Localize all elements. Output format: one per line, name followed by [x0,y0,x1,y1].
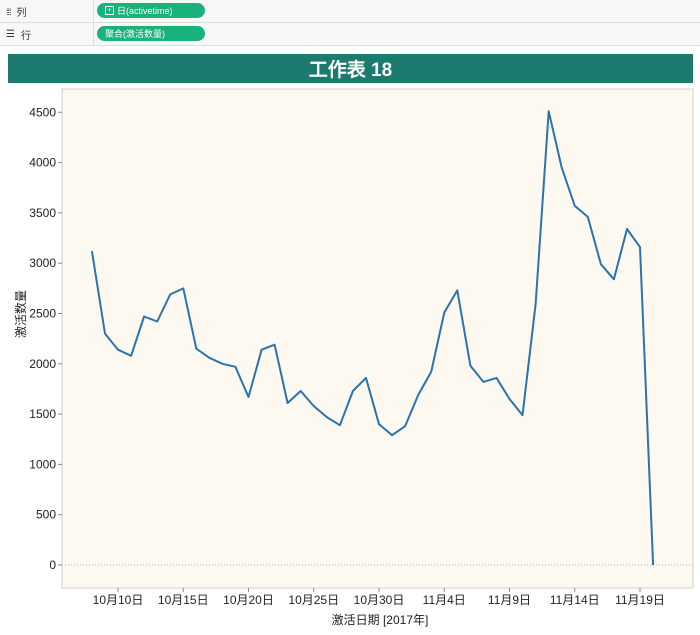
data-point[interactable] [190,343,202,355]
data-point[interactable] [151,316,163,328]
line-chart: 0 500 1000 1500 2000 2500 3000 3500 4000 4500 10月… [29,88,694,607]
rows-shelf-label: ☰ 行 [6,29,31,42]
x-tick-label: 10月10日 [93,593,144,607]
data-point[interactable] [569,200,581,212]
columns-shelf: ⁞⁞⁞ 列 + 日(activetime) [0,0,700,23]
data-point[interactable] [621,223,633,235]
data-point[interactable] [125,350,137,362]
data-point[interactable] [582,211,594,223]
x-axis-label: 激活日期 [2017年] [331,613,429,627]
x-tick-label: 10月25日 [288,593,339,607]
data-point[interactable] [86,245,98,257]
data-point[interactable] [504,393,516,405]
data-point[interactable] [99,328,111,340]
plot-area [61,88,694,589]
data-point[interactable] [256,344,268,356]
y-tick-label: 3500 [29,206,56,220]
y-tick-label: 1500 [29,407,56,421]
data-point[interactable] [386,429,398,441]
expand-icon[interactable]: + [105,6,114,15]
data-point[interactable] [334,419,346,431]
data-point[interactable] [347,385,359,397]
columns-shelf-label: ⁞⁞⁞ 列 [6,6,27,20]
x-tick-label: 11月19日 [615,593,665,607]
x-tick-label: 10月30日 [354,593,405,607]
y-tick-label: 4000 [29,156,56,170]
data-point[interactable] [412,389,424,401]
data-point[interactable] [438,306,450,318]
data-point[interactable] [203,352,215,364]
data-point[interactable] [556,162,568,174]
x-tick-label: 11月14日 [550,593,600,607]
data-point[interactable] [647,559,659,571]
y-tick-label: 0 [49,558,56,572]
data-point[interactable] [425,366,437,378]
data-point[interactable] [269,339,281,351]
data-point[interactable] [138,311,150,323]
y-tick-label: 4500 [29,105,56,119]
data-point[interactable] [530,298,542,310]
columns-pill[interactable]: + 日(activetime) [97,3,205,18]
data-point[interactable] [321,411,333,423]
data-point[interactable] [282,397,294,409]
data-point[interactable] [373,418,385,430]
x-tick-label: 11月4日 [423,593,466,607]
x-tick-label: 10月20日 [223,593,274,607]
data-point[interactable] [360,372,372,384]
data-point[interactable] [543,105,555,117]
y-axis-label: 激活数量 [14,289,28,338]
data-point[interactable] [216,358,228,370]
data-point[interactable] [595,258,607,270]
data-point[interactable] [490,372,502,384]
x-axis: 10月10日 10月15日 10月20日 10月25日 10月30日 11月4日 11月9日… [93,588,665,607]
data-point[interactable] [634,241,646,253]
data-point[interactable] [177,282,189,294]
chart-title: 工作表 18 [8,54,693,83]
columns-icon: ⁞⁞⁞ [6,6,11,17]
x-tick-label: 10月15日 [158,593,209,607]
data-point[interactable] [295,385,307,397]
rows-shelf: ☰ 行 聚合(激活数量) [0,23,700,46]
y-tick-label: 2000 [29,357,56,371]
data-point[interactable] [399,420,411,432]
data-point[interactable] [243,391,255,403]
data-point[interactable] [451,284,463,296]
data-point[interactable] [308,400,320,412]
data-point[interactable] [112,344,124,356]
y-tick-label: 2500 [29,307,56,321]
y-tick-label: 3000 [29,256,56,270]
y-axis: 0 500 1000 1500 2000 2500 3000 3500 4000 4500 [29,105,62,572]
data-point[interactable] [164,288,176,300]
data-point[interactable] [229,361,241,373]
data-point[interactable] [608,273,620,285]
rows-pill[interactable]: 聚合(激活数量) [97,26,205,41]
y-tick-label: 500 [36,508,56,522]
rows-icon: ☰ [6,29,15,40]
y-tick-label: 1000 [29,457,56,471]
data-point[interactable] [517,409,529,421]
data-point[interactable] [477,376,489,388]
data-point[interactable] [464,360,476,372]
x-tick-label: 11月9日 [488,593,531,607]
